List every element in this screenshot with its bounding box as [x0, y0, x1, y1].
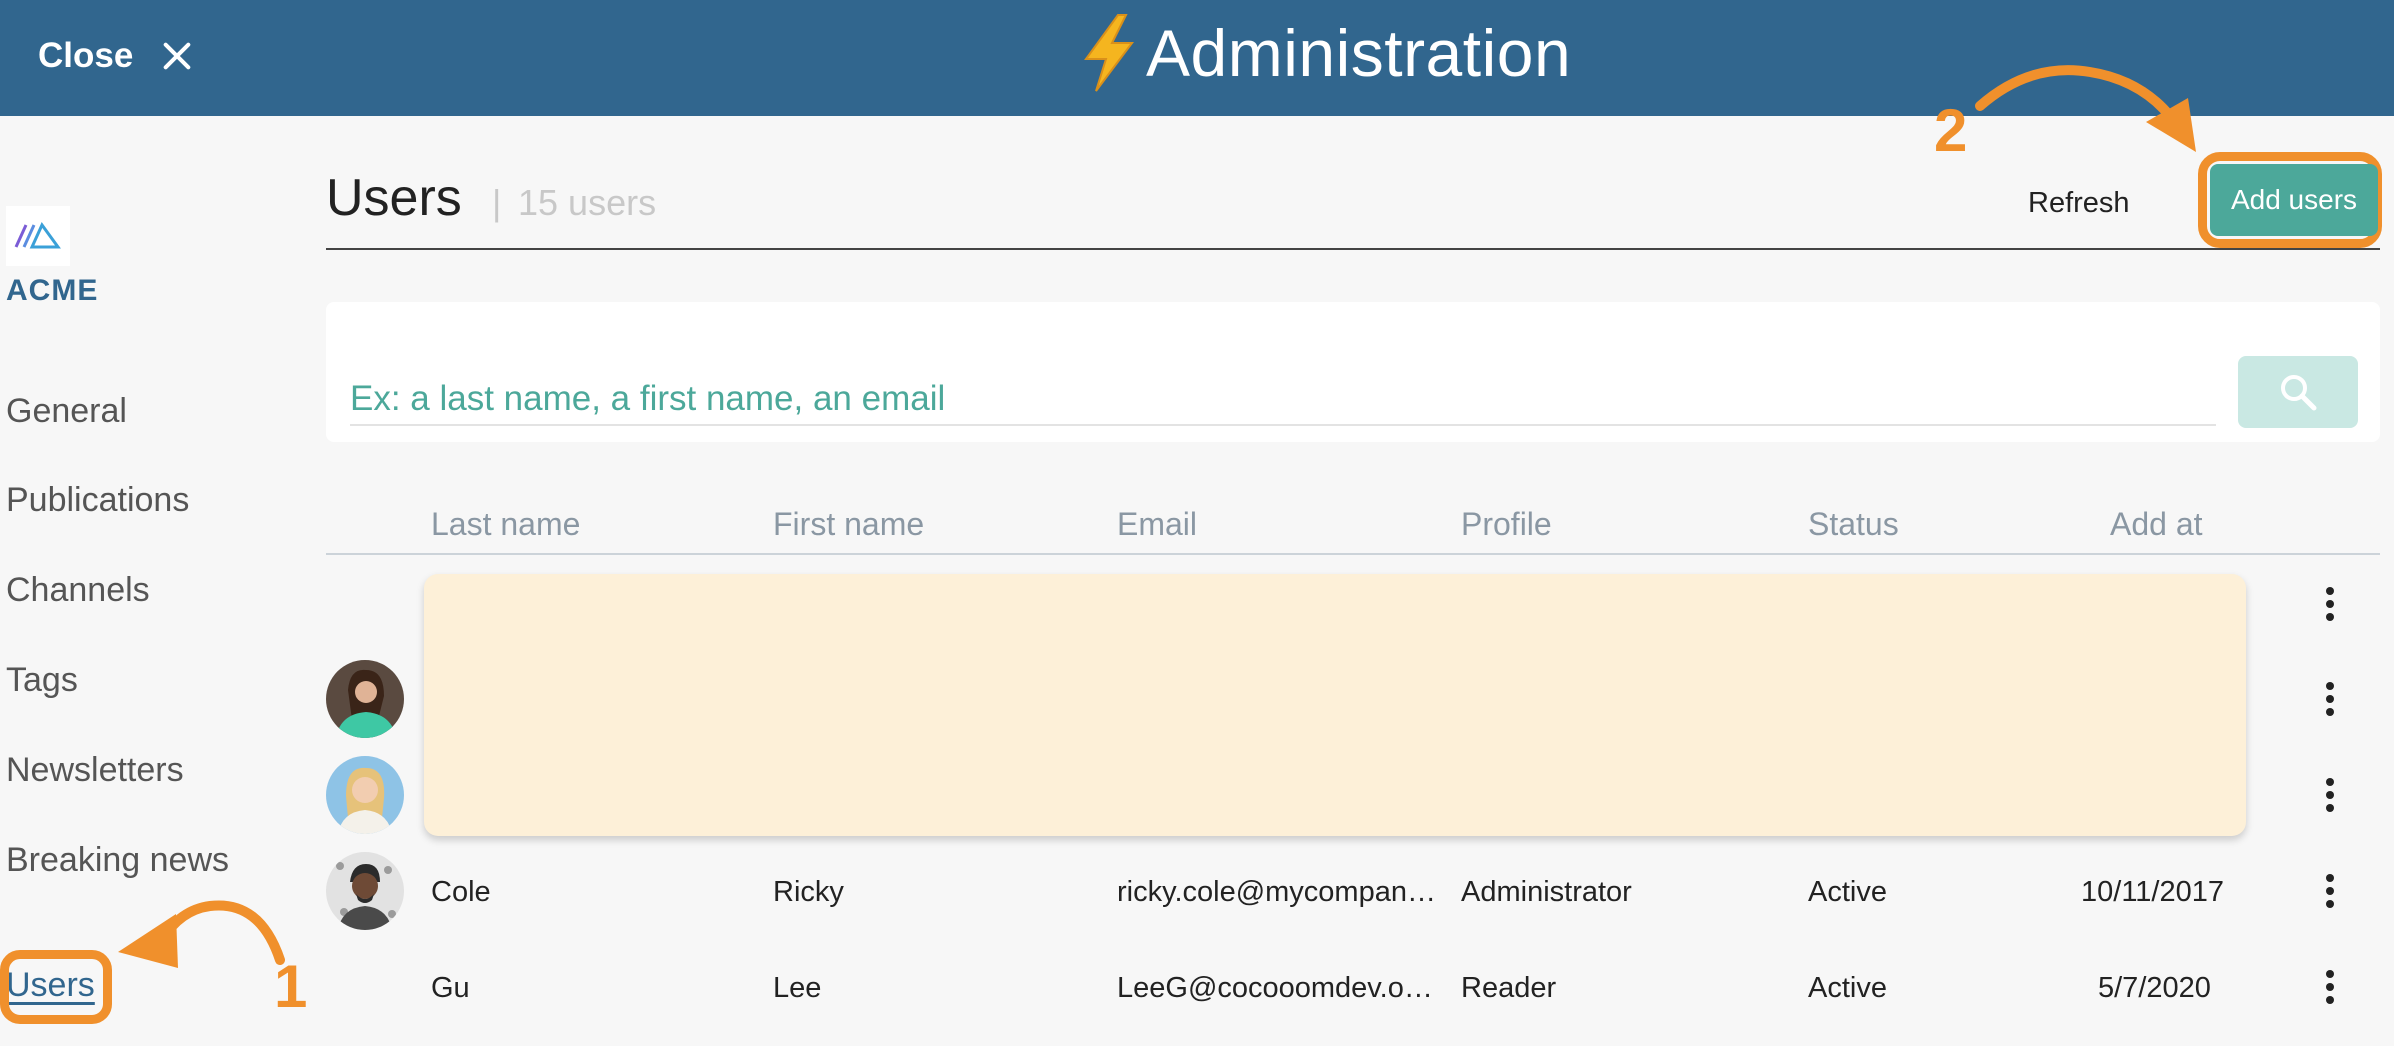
annotation-arrow-2 [1975, 65, 2196, 152]
acme-logo-icon [14, 222, 61, 249]
cell-last-name: Cole [431, 876, 491, 908]
sidebar-item-newsletters[interactable]: Newsletters [6, 751, 184, 790]
column-header-first-name[interactable]: First name [773, 506, 924, 543]
close-label: Close [38, 36, 134, 75]
cell-first-name: Ricky [773, 876, 844, 908]
title-group: Administration [1080, 8, 1571, 98]
cell-added-date: 5/7/2020 [2098, 972, 2211, 1004]
cell-last-name: Gu [431, 972, 470, 1004]
sidebar-item-general[interactable]: General [6, 392, 127, 431]
cell-email: LeeG@cocooomdev.o… [1117, 972, 1433, 1004]
close-button[interactable]: Close [38, 30, 195, 82]
row-menu-icon[interactable] [2312, 771, 2348, 819]
search-icon [2281, 375, 2317, 411]
close-icon [159, 38, 195, 74]
company-logo [6, 206, 70, 266]
add-users-button[interactable]: Add users [2210, 164, 2378, 236]
lightning-bolt-icon [1084, 14, 1134, 92]
column-header-add-at[interactable]: Add at [2110, 506, 2203, 543]
column-header-email[interactable]: Email [1117, 506, 1197, 543]
sidebar-item-tags[interactable]: Tags [6, 661, 78, 700]
search-input[interactable] [350, 374, 2216, 426]
sidebar-item-publications[interactable]: Publications [6, 481, 189, 520]
row-menu-icon[interactable] [2312, 867, 2348, 915]
company-name: ACME [6, 274, 99, 307]
header-divider [326, 248, 2380, 250]
column-header-status[interactable]: Status [1808, 506, 1899, 543]
avatar [326, 756, 404, 834]
cell-profile: Reader [1461, 972, 1557, 1004]
row-menu-icon[interactable] [2312, 963, 2348, 1011]
sidebar-item-breaking-news[interactable]: Breaking news [6, 841, 229, 880]
avatar [326, 660, 404, 738]
search-button[interactable] [2238, 356, 2358, 428]
row-menu-icon[interactable] [2312, 580, 2348, 628]
avatar [326, 852, 404, 930]
page-title: Users [326, 169, 462, 227]
cell-email: ricky.cole@mycompan… [1117, 876, 1436, 908]
cell-first-name: Lee [773, 972, 822, 1004]
column-header-profile[interactable]: Profile [1461, 506, 1552, 543]
loading-overlay [424, 574, 2246, 836]
annotation-arrow-1 [118, 900, 285, 968]
column-header-last-name[interactable]: Last name [431, 506, 580, 543]
table-header-divider [326, 553, 2380, 555]
title-separator: | [492, 182, 502, 223]
sidebar-item-channels[interactable]: Channels [6, 571, 150, 610]
user-count: 15 users [518, 182, 657, 223]
cell-status: Active [1808, 876, 1887, 908]
users-highlight-box [0, 950, 112, 1024]
row-menu-icon[interactable] [2312, 675, 2348, 723]
annotation-step-2: 2 [1934, 97, 1968, 164]
cell-added-date: 10/11/2017 [2081, 876, 2224, 908]
cell-profile: Administrator [1461, 876, 1632, 908]
refresh-button[interactable]: Refresh [2028, 178, 2130, 228]
cell-status: Active [1808, 972, 1887, 1004]
page-header-title: Administration [1146, 16, 1572, 90]
